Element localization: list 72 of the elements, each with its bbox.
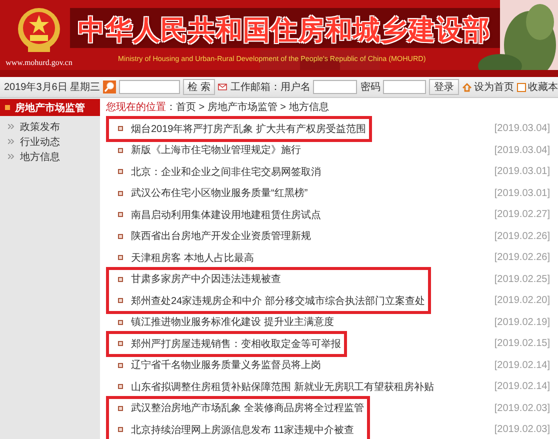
news-date: [2019.03.01] xyxy=(494,165,550,179)
news-link[interactable]: 南昌启动利用集体建设用地建租赁住房试点 xyxy=(131,208,321,222)
bullet-icon xyxy=(118,341,123,346)
bullet-icon xyxy=(118,406,123,411)
news-link[interactable]: 郑州严打房屋违规销售：变相收取定金等可举报 xyxy=(131,336,341,351)
bullet-icon xyxy=(118,148,123,153)
news-link[interactable]: 甘肃多家房产中介因违法违规被查 xyxy=(131,272,281,286)
sidebar-item[interactable]: 政策发布 xyxy=(20,120,60,134)
date-text: 2019年3月6日 星期三 xyxy=(4,80,100,94)
site-title: 中华人民共和国住房和城乡建设部 xyxy=(78,14,490,47)
sidebar-title: 房地产市场监管 xyxy=(15,101,85,114)
bullet-icon xyxy=(118,276,123,282)
news-link[interactable]: 镇江推进物业服务标准化建设 提升业主满意度 xyxy=(131,315,334,330)
chevron-icon xyxy=(8,124,14,129)
news-date: [2019.02.27] xyxy=(494,208,550,222)
location-label: 您现在的位置 xyxy=(106,100,166,114)
news-date: [2019.02.14] xyxy=(494,380,550,394)
news-link[interactable]: 烟台2019年将严打房产乱象 扩大共有产权房受益范围 xyxy=(131,122,366,136)
news-date: [2019.02.26] xyxy=(494,251,550,265)
news-date: [2019.02.25] xyxy=(494,272,550,286)
bookmark-icon xyxy=(517,82,526,92)
search-button[interactable]: 检 索 xyxy=(182,79,216,95)
home-icon xyxy=(462,82,472,92)
news-date: [2019.02.14] xyxy=(494,358,550,372)
news-date: [2019.02.15] xyxy=(494,337,550,351)
bullet-icon xyxy=(118,320,123,325)
bullet-icon xyxy=(118,234,123,239)
news-link[interactable]: 武汉整治房地产市场乱象 全装修商品房将全过程监管 xyxy=(131,401,364,416)
website-url: www.mohurd.gov.cn xyxy=(6,58,72,67)
news-date: [2019.03.04] xyxy=(494,144,550,158)
square-icon xyxy=(5,105,10,110)
news-link[interactable]: 新版《上海市住宅物业管理规定》施行 xyxy=(131,143,301,158)
bullet-icon xyxy=(118,298,123,304)
search-field[interactable] xyxy=(119,80,180,94)
search-icon[interactable] xyxy=(103,79,116,95)
bullet-icon xyxy=(118,212,123,218)
emblem-icon xyxy=(16,6,62,54)
toolbar-link[interactable]: 收藏本 xyxy=(528,80,558,94)
news-date: [2019.02.26] xyxy=(494,230,550,244)
news-date: [2019.03.04] xyxy=(494,122,550,136)
chevron-icon xyxy=(8,139,14,144)
news-link[interactable]: 北京持续治理网上房源信息发布 11家违规中介被查 xyxy=(131,422,354,437)
news-link[interactable]: 天津租房客 本地人占比最高 xyxy=(131,250,254,265)
news-link[interactable]: 陕西省出台房地产开发企业资质管理新规 xyxy=(131,229,311,244)
news-date: [2019.02.20] xyxy=(494,294,550,308)
login-button[interactable]: 登录 xyxy=(429,79,459,95)
chevron-icon xyxy=(8,154,14,159)
sidebar-item[interactable]: 行业动态 xyxy=(20,134,60,148)
breadcrumb: ：首页 > 房地产市场监管 > 地方信息 xyxy=(166,100,329,114)
bullet-icon xyxy=(118,384,123,390)
toolbar-link[interactable]: 设为首页 xyxy=(474,80,514,94)
bullet-icon xyxy=(118,255,123,260)
bullet-icon xyxy=(118,427,123,432)
news-link[interactable]: 郑州查处24家违规房企和中介 部分移交城市综合执法部门立案查处 xyxy=(131,294,425,308)
bullet-icon xyxy=(118,190,123,196)
bullet-icon xyxy=(118,126,123,132)
password-label: 密码 xyxy=(360,80,380,94)
news-date: [2019.02.03] xyxy=(494,423,550,437)
news-link[interactable]: 辽宁省千名物业服务质量义务监督员将上岗 xyxy=(131,358,321,372)
news-date: [2019.03.01] xyxy=(494,186,550,200)
news-link[interactable]: 北京：企业和企业之间非住宅交易网签取消 xyxy=(131,164,321,179)
news-link[interactable]: 山东省拟调整住房租赁补贴保障范围 新就业无房职工有望获租房补贴 xyxy=(131,380,434,394)
sidebar-item[interactable]: 地方信息 xyxy=(20,150,60,164)
news-link[interactable]: 武汉公布住宅小区物业服务质量“红黑榜” xyxy=(131,186,308,200)
username-field[interactable] xyxy=(313,80,358,94)
bullet-icon xyxy=(118,169,123,174)
news-date: [2019.02.03] xyxy=(494,402,550,416)
username-label: 工作邮箱：用户名 xyxy=(230,80,310,94)
bullet-icon xyxy=(118,362,123,368)
mail-icon xyxy=(218,83,228,91)
news-date: [2019.02.19] xyxy=(494,316,550,330)
password-field[interactable] xyxy=(383,80,426,94)
